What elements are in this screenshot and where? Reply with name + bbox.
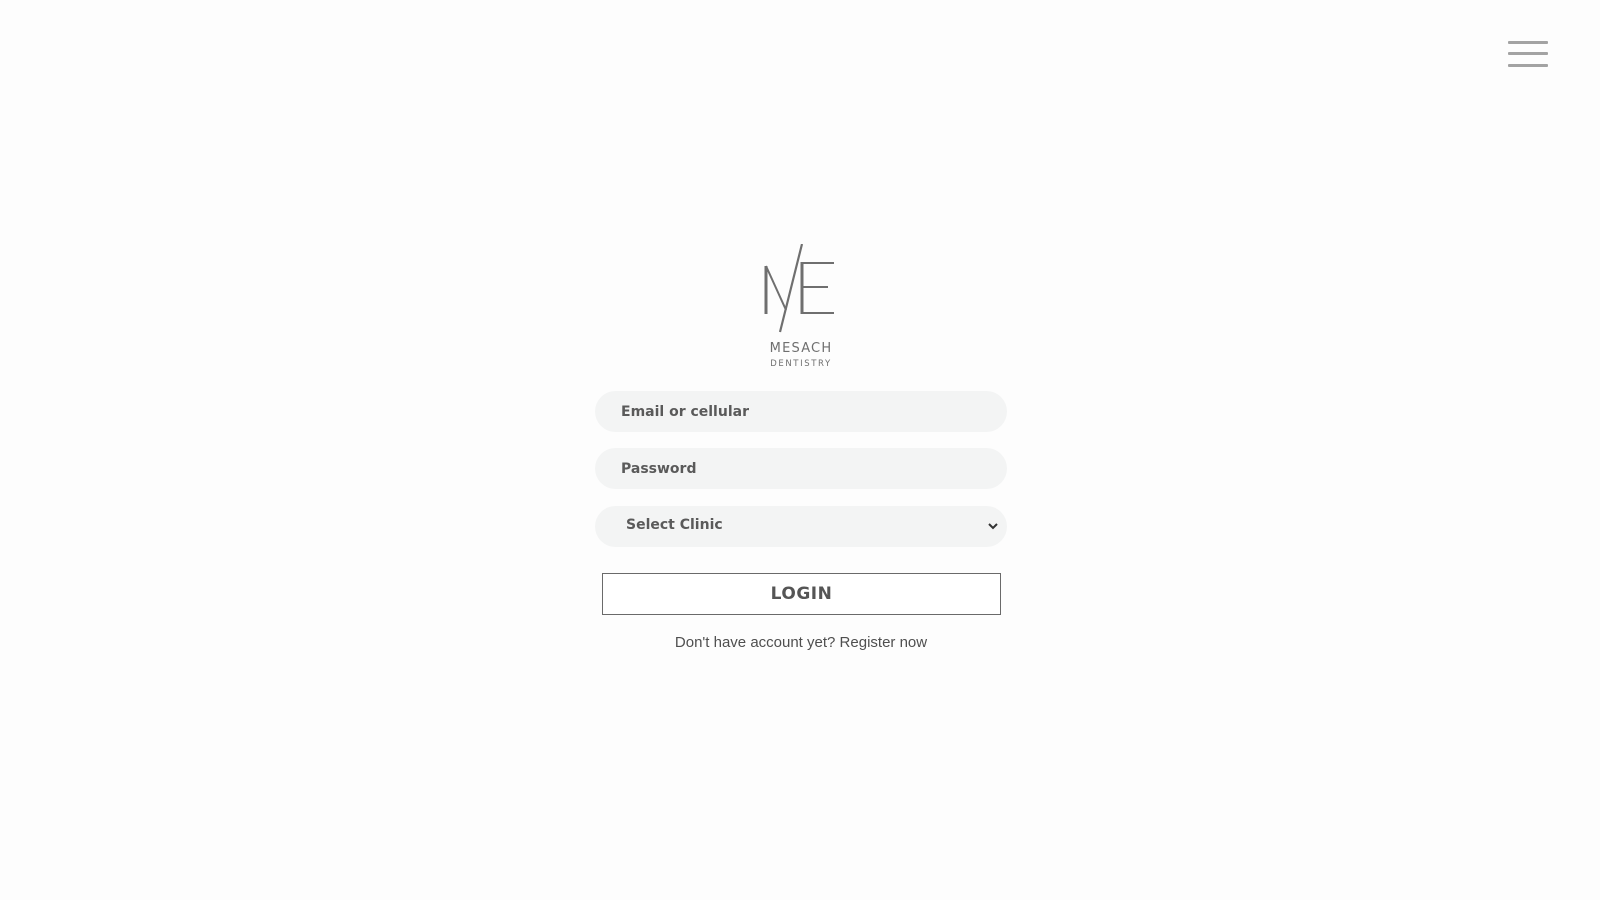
- chevron-down-icon: [988, 523, 998, 530]
- login-button[interactable]: LOGIN: [602, 573, 1001, 615]
- register-prompt: Don't have account yet? Register now: [600, 634, 1002, 651]
- clinic-select-value: Select Clinic: [626, 517, 723, 533]
- password-input[interactable]: [595, 448, 1007, 489]
- login-page: MESACH DENTISTRY Select Clinic LOGIN Don…: [0, 0, 1600, 900]
- register-prompt-text: Don't have account yet?: [674, 634, 836, 651]
- menu-bar: [1508, 41, 1548, 44]
- hamburger-menu-icon[interactable]: [1508, 40, 1548, 70]
- email-input[interactable]: [595, 391, 1007, 432]
- logo-subtitle: DENTISTRY: [770, 359, 832, 369]
- clinic-select[interactable]: Select Clinic: [595, 506, 1007, 547]
- menu-bar: [1508, 52, 1548, 55]
- logo-brand-name: MESACH: [769, 341, 833, 356]
- monogram-logo-graphic: [764, 244, 834, 333]
- register-now-link[interactable]: Register now: [840, 634, 928, 651]
- menu-bar: [1508, 64, 1548, 67]
- brand-logo: MESACH DENTISTRY: [764, 244, 838, 374]
